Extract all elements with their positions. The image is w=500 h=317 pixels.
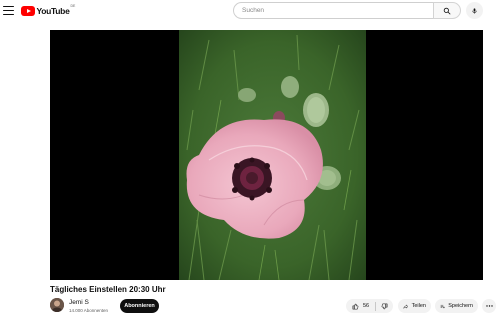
channel-name[interactable]: Jemi S <box>69 299 89 306</box>
avatar-image <box>50 298 64 312</box>
save-button[interactable]: Speichern <box>435 299 478 313</box>
subscribe-button[interactable]: Abonnieren <box>120 299 159 313</box>
video-title: Tägliches Einstellen 20:30 Uhr <box>50 285 166 294</box>
thumbs-down-icon <box>381 303 387 309</box>
youtube-play-icon <box>21 6 35 16</box>
menu-icon[interactable] <box>3 5 14 16</box>
share-icon <box>403 304 409 309</box>
search-input[interactable] <box>233 2 433 19</box>
logo-text: YouTube <box>36 6 70 16</box>
voice-search-button[interactable] <box>466 2 483 19</box>
logo-region: DE <box>70 4 76 8</box>
video-player[interactable] <box>50 30 483 280</box>
search-button[interactable] <box>433 2 461 19</box>
search-box <box>233 2 461 19</box>
save-icon <box>440 304 445 308</box>
like-count: 56 <box>363 303 370 309</box>
youtube-logo[interactable]: YouTube DE <box>21 4 76 17</box>
like-dislike-group: 56 <box>346 299 393 313</box>
poppy-flower-image <box>179 30 366 280</box>
more-icon <box>485 305 493 307</box>
youtube-watch-page: YouTube DE Suchen Tägliches Einstellen 2… <box>0 0 500 317</box>
thumbs-up-icon <box>352 303 359 309</box>
more-actions-button[interactable] <box>482 299 496 313</box>
search-icon <box>443 7 451 14</box>
save-label: Speichern <box>448 303 473 309</box>
like-button[interactable]: 56 <box>346 299 375 313</box>
share-label: Teilen <box>411 303 426 309</box>
subscriber-count: 14.000 Abonnenten <box>69 308 109 313</box>
channel-avatar[interactable] <box>50 298 64 312</box>
microphone-icon <box>472 7 477 14</box>
dislike-button[interactable] <box>376 299 393 313</box>
video-frame <box>179 30 366 280</box>
masthead: YouTube DE <box>0 0 500 22</box>
share-button[interactable]: Teilen <box>398 299 431 313</box>
